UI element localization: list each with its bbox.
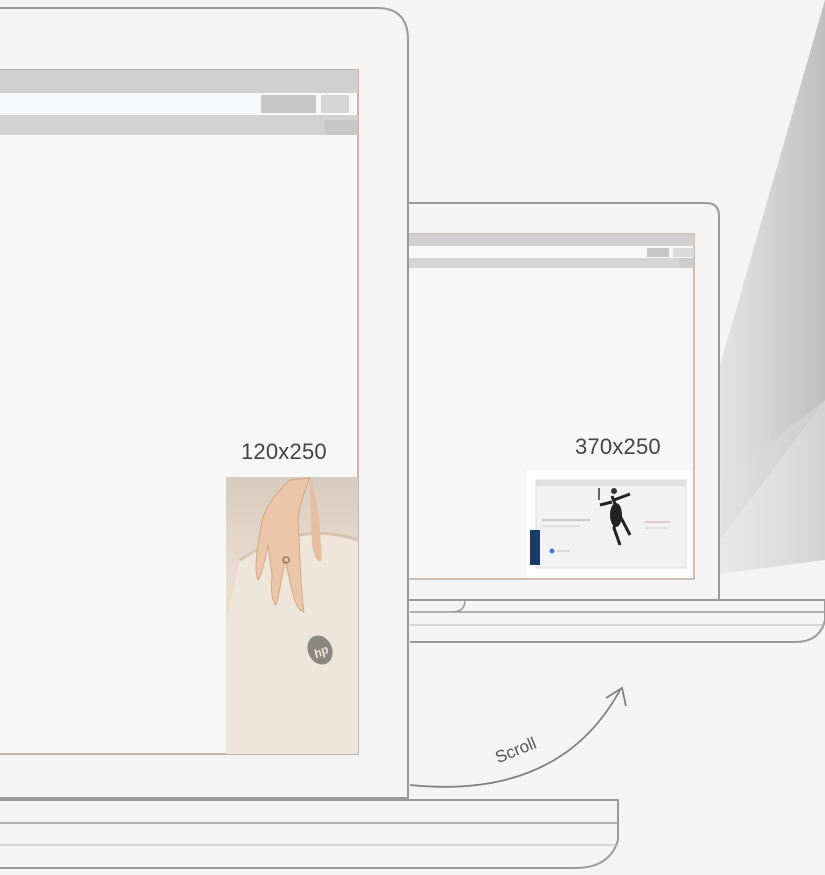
illustration-scene: hp: [0, 0, 825, 869]
scroll-arrow-icon: [409, 686, 627, 788]
ad-120x250[interactable]: hp: [226, 477, 359, 754]
large-ad-size-label: 370x250: [575, 434, 661, 459]
small-ad-size-label: 120x250: [241, 439, 327, 464]
ad-370x250[interactable]: [527, 470, 690, 578]
